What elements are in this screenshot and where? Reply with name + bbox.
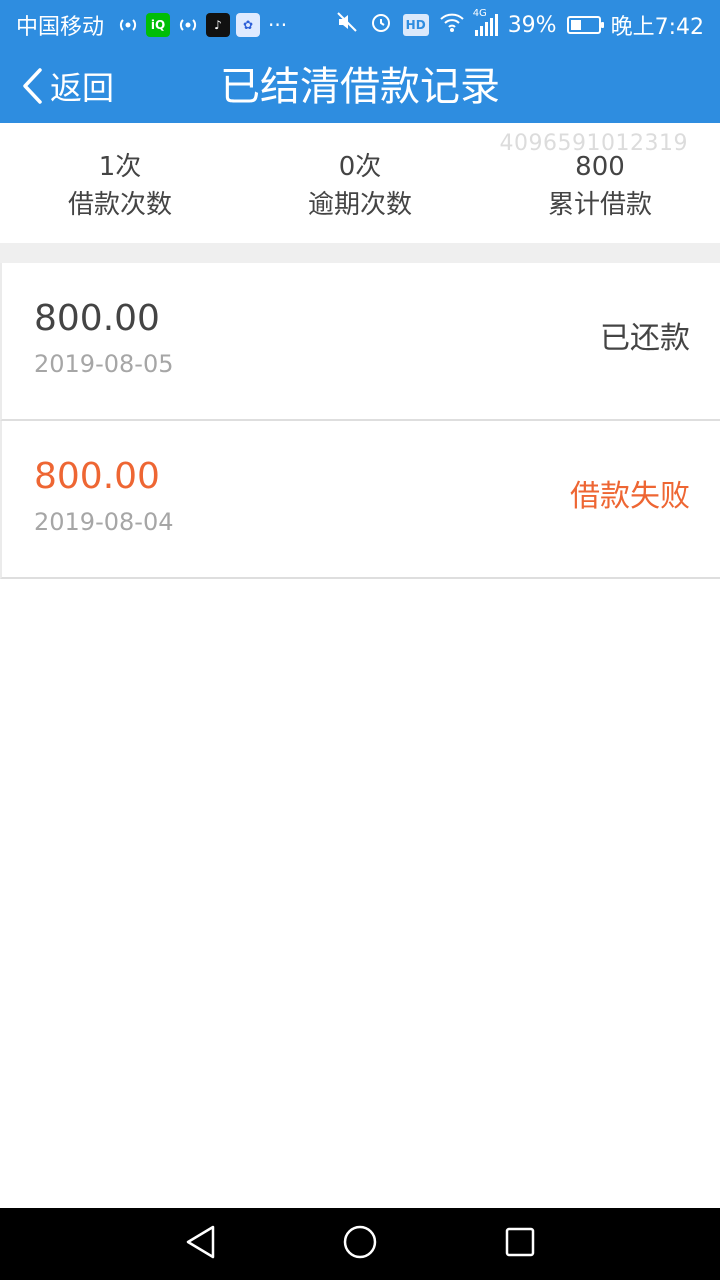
hotspot-icon [116,13,140,37]
stat-total-borrowed: 800 累计借款 [480,149,720,225]
status-right: HD 4G 39% 晚上7:42 [335,8,704,40]
chevron-left-icon [20,66,44,106]
iqiyi-icon: iQ [146,13,171,37]
top-bar: 中国移动 iQ ♪ ✿ ··· HD 4G 39% 晚上7:42 返回 已结清借… [0,0,720,123]
record-amount: 800.00 [34,298,160,339]
triangle-back-icon [183,1224,217,1264]
section-divider [0,243,720,263]
record-status: 已还款 [600,321,690,356]
status-bar: 中国移动 iQ ♪ ✿ ··· HD 4G 39% 晚上7:42 [0,0,720,50]
loan-record-item[interactable]: 800.00 2019-08-04 借款失败 [0,421,720,579]
summary-panel: 4096591012319 1次 借款次数 0次 逾期次数 800 累计借款 [0,123,720,243]
record-amount: 800.00 [34,456,160,497]
battery-percent: 39% [507,12,557,38]
network-type-label: 4G [472,8,487,19]
circle-home-icon [342,1224,378,1264]
nav-recents-button[interactable] [500,1224,540,1264]
status-left: 中国移动 iQ ♪ ✿ ··· [16,10,287,40]
loan-records-list: 800.00 2019-08-05 已还款 800.00 2019-08-04 … [0,263,720,579]
battery-icon [566,16,604,34]
record-date: 2019-08-04 [34,508,174,536]
nav-back-button[interactable] [180,1224,220,1264]
record-date: 2019-08-05 [34,350,174,378]
system-nav-bar [0,1208,720,1280]
title-bar: 返回 已结清借款记录 [0,50,720,123]
alarm-icon [369,10,393,40]
stat-loan-count: 1次 借款次数 [0,149,240,225]
stat-label: 累计借款 [547,190,652,220]
stat-value: 800 [575,152,625,182]
mute-icon [335,10,359,40]
stat-value: 1次 [98,152,142,182]
nav-home-button[interactable] [340,1224,380,1264]
baidu-icon: ✿ [236,13,261,37]
more-notifications-icon: ··· [268,13,288,37]
stat-overdue-count: 0次 逾期次数 [240,149,480,225]
back-label: 返回 [50,69,115,107]
clock-time: 晚上7:42 [610,15,704,40]
stat-value: 0次 [338,152,382,182]
hd-badge: HD [402,14,429,36]
loan-record-item[interactable]: 800.00 2019-08-05 已还款 [0,263,720,421]
hotspot-icon [176,13,200,37]
stat-label: 借款次数 [67,190,172,220]
carrier-label: 中国移动 [16,15,105,40]
cell-signal-icon: 4G [473,8,498,36]
wifi-icon [439,11,465,39]
record-status: 借款失败 [570,479,690,514]
stat-label: 逾期次数 [307,190,412,220]
back-button[interactable]: 返回 [20,58,114,114]
tiktok-icon: ♪ [206,13,231,37]
square-recents-icon [504,1226,536,1262]
battery-fill [570,20,581,30]
